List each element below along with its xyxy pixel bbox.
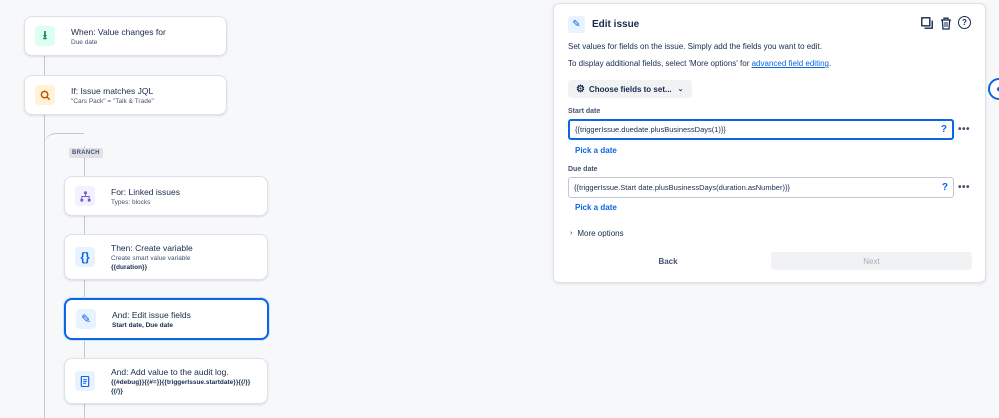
panel-title: Edit issue [592,19,640,30]
gear-icon: ⚙ [576,83,585,95]
start-date-value: {{triggerIssue.duedate.plusBusinessDays(… [575,125,726,134]
trigger-card[interactable]: ⭳ When: Value changes for Due date [24,16,227,56]
more-actions-icon[interactable]: ••• [958,124,970,135]
audit-log-card[interactable]: And: Add value to the audit log. {{#debu… [64,358,268,404]
connector-line [44,55,45,75]
edit-fields-card[interactable]: ✎ And: Edit issue fields Start date, Due… [64,298,269,340]
audit-log-title: And: Add value to the audit log. [111,367,229,377]
duplicate-icon[interactable] [920,16,934,30]
trash-icon[interactable] [939,16,953,30]
pick-date-due-link[interactable]: Pick a date [575,203,617,212]
due-date-input[interactable]: {{triggerIssue.Start date.plusBusinessDa… [568,177,954,198]
create-variable-subtitle2: {{duration}} [111,264,148,271]
description-prefix: To display additional fields, select 'Mo… [568,59,752,68]
edit-fields-title: And: Edit issue fields [112,309,191,320]
more-options-label: More options [577,229,624,238]
branch-icon [75,186,95,206]
value-change-icon: ⭳ [35,26,55,46]
branch-for-card[interactable]: For: Linked issues Types: blocks [64,176,268,216]
panel-header: ✎ Edit issue [568,16,639,33]
help-icon[interactable]: ? [941,124,947,135]
branch-connector [44,133,84,147]
create-variable-card[interactable]: {} Then: Create variable Create smart va… [64,234,268,280]
trigger-title: When: Value changes for [71,26,166,37]
due-date-label: Due date [568,166,598,173]
branch-for-subtitle: Types: blocks [111,198,151,206]
search-icon [35,85,55,105]
branch-for-title: For: Linked issues [111,186,180,197]
start-date-label: Start date [568,108,601,115]
audit-log-subtitle: {{#debug}}{{#=}}{{triggerIssue.startdate… [111,379,251,386]
edit-issue-panel: ✎ Edit issue ? Set values for fields on … [553,3,986,283]
edit-fields-subtitle: Start date, Due date [112,321,174,329]
help-icon[interactable]: ? [958,16,971,29]
pick-date-start-link[interactable]: Pick a date [575,146,617,155]
pencil-icon: ✎ [568,16,585,33]
log-icon [75,371,95,391]
pencil-icon: ✎ [76,309,96,329]
chevron-down-icon: ⌄ [677,86,684,93]
back-button[interactable]: Back [568,252,768,270]
panel-description-more: To display additional fields, select 'Mo… [568,59,831,68]
condition-subtitle: "Cars Pack" = "Talk & Trade" [71,97,154,105]
more-options-toggle[interactable]: › More options [570,229,624,238]
panel-toolbar: ? [920,16,971,30]
next-button[interactable]: Next [771,252,972,270]
branch-label: BRANCH [69,148,103,158]
assistant-icon[interactable]: ◐ [988,78,999,100]
create-variable-title: Then: Create variable [111,243,193,253]
start-date-input[interactable]: {{triggerIssue.duedate.plusBusinessDays(… [568,119,954,140]
trigger-subtitle: Due date [71,38,98,46]
choose-fields-label: Choose fields to set... [588,84,672,94]
more-actions-icon[interactable]: ••• [958,182,970,193]
help-icon[interactable]: ? [942,182,948,193]
rule-canvas: ⭳ When: Value changes for Due date If: I… [0,0,540,418]
braces-icon: {} [75,247,95,267]
advanced-field-editing-link[interactable]: advanced field editing [752,59,829,68]
description-suffix: . [828,59,832,68]
connector-line [44,114,45,418]
chevron-right-icon: › [570,230,573,237]
create-variable-subtitle: Create smart value variable [111,255,191,262]
panel-description: Set values for fields on the issue. Simp… [568,42,822,51]
condition-title: If: Issue matches JQL [71,85,154,96]
due-date-value: {{triggerIssue.Start date.plusBusinessDa… [574,183,790,192]
choose-fields-button[interactable]: ⚙ Choose fields to set... ⌄ [568,80,692,98]
audit-log-subtitle2: {{/}} [111,388,123,395]
condition-card[interactable]: If: Issue matches JQL "Cars Pack" = "Tal… [24,75,227,115]
